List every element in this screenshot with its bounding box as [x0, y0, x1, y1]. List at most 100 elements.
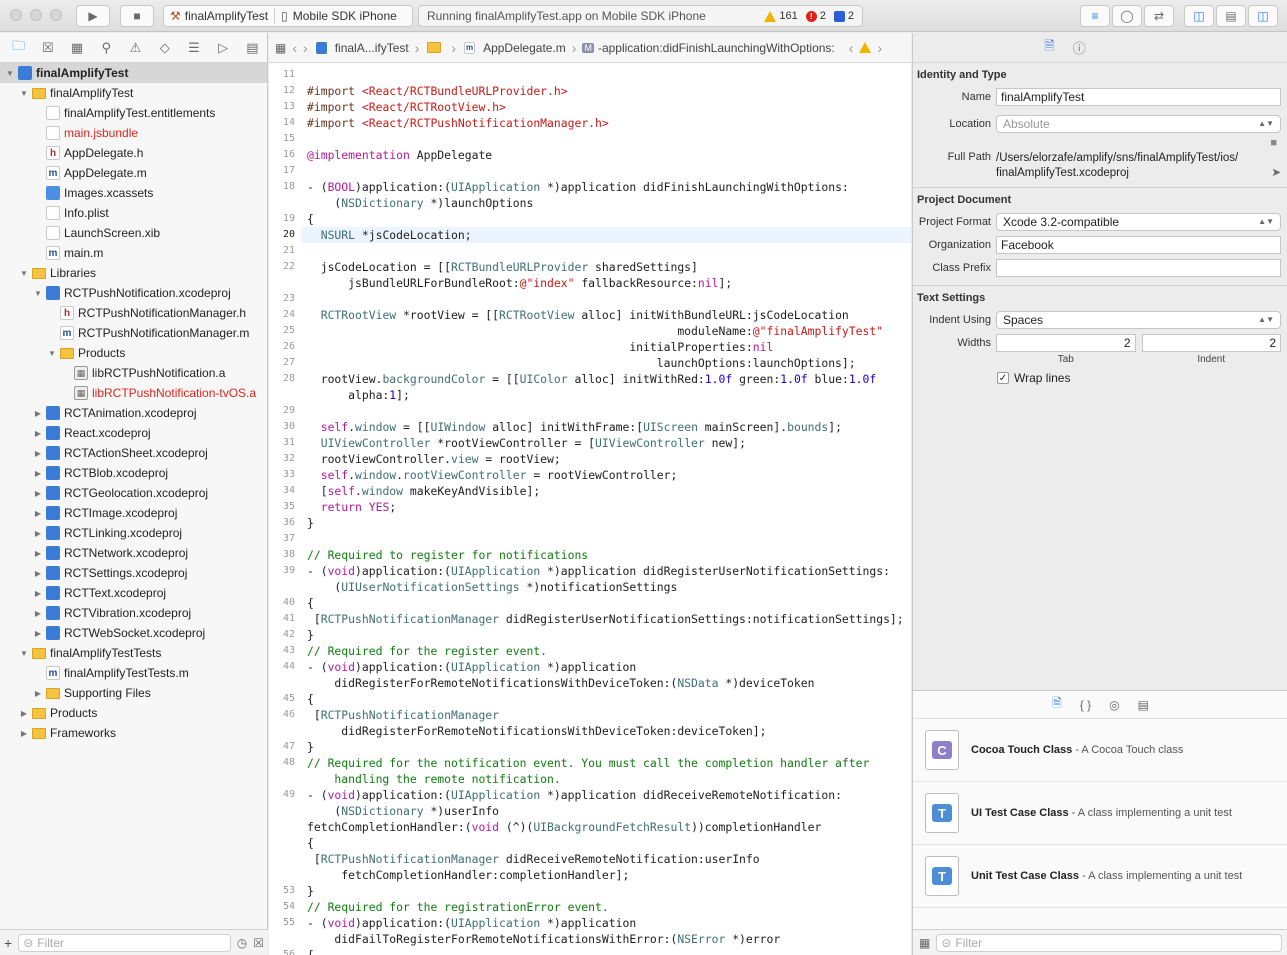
- navigator-item[interactable]: ▶ Supporting Files: [0, 683, 267, 703]
- disclosure-open-icon[interactable]: ▼: [46, 349, 58, 358]
- navigator-item[interactable]: main.jsbundle: [0, 123, 267, 143]
- version-editor-button[interactable]: ⇄: [1144, 5, 1174, 27]
- library-filter-input[interactable]: ⊝ Filter: [936, 933, 1282, 952]
- code-line[interactable]: didFailToRegisterForRemoteNotificationsW…: [307, 931, 780, 947]
- disclosure-closed-icon[interactable]: ▶: [32, 509, 44, 518]
- navigator-item[interactable]: ▼ Libraries: [0, 263, 267, 283]
- quick-help-icon[interactable]: ⓘ: [1073, 38, 1086, 57]
- code-line[interactable]: #import <React/RCTPushNotificationManage…: [307, 115, 609, 131]
- code-line[interactable]: return YES;: [307, 499, 396, 515]
- project-format-popup[interactable]: Xcode 3.2-compatible ▲▼: [996, 212, 1281, 231]
- report-icon[interactable]: ▤: [238, 40, 267, 56]
- code-line[interactable]: initialProperties:nil: [307, 339, 773, 355]
- previous-issue-button[interactable]: ‹: [849, 40, 854, 56]
- name-field[interactable]: finalAmplifyTest: [996, 87, 1281, 106]
- wrap-lines-checkbox[interactable]: ✓ Wrap lines: [917, 371, 1281, 385]
- code-line[interactable]: // Required to register for notification…: [307, 547, 588, 563]
- search-icon[interactable]: ⚲: [92, 40, 121, 56]
- source-control-icon[interactable]: ☒: [33, 40, 62, 56]
- errors-count[interactable]: ! 2: [805, 10, 826, 22]
- code-snippet-icon[interactable]: { }: [1080, 698, 1091, 712]
- code-line[interactable]: [RCTPushNotificationManager didRegisterU…: [307, 611, 904, 627]
- code-line[interactable]: self.window.rootViewController = rootVie…: [307, 467, 678, 483]
- code-line[interactable]: didRegisterForRemoteNotificationsWithDev…: [307, 675, 814, 691]
- scheme-target[interactable]: ⚒ finalAmplifyTest: [164, 6, 274, 26]
- disclosure-closed-icon[interactable]: ▶: [32, 549, 44, 558]
- navigator-item[interactable]: Images.xcassets: [0, 183, 267, 203]
- navigator-item[interactable]: ▶ RCTText.xcodeproj: [0, 583, 267, 603]
- breakpoint-icon[interactable]: ▷: [209, 40, 238, 56]
- indent-using-popup[interactable]: Spaces ▲▼: [996, 310, 1281, 329]
- navigator-item[interactable]: ▦ libRCTPushNotification.a: [0, 363, 267, 383]
- navigator-item[interactable]: m RCTPushNotificationManager.m: [0, 323, 267, 343]
- next-issue-button[interactable]: ›: [877, 40, 882, 56]
- code-line[interactable]: UIViewController *rootViewController = […: [307, 435, 746, 451]
- library-item[interactable]: C Cocoa Touch Class - A Cocoa Touch class: [913, 719, 1287, 782]
- navigator-item[interactable]: ▶ RCTActionSheet.xcodeproj: [0, 443, 267, 463]
- jump-crumb-project[interactable]: finalA...ifyTest: [314, 41, 409, 55]
- disclosure-closed-icon[interactable]: ▶: [32, 629, 44, 638]
- organization-field[interactable]: Facebook: [996, 235, 1281, 254]
- assistant-editor-button[interactable]: ◯: [1112, 5, 1142, 27]
- disclosure-closed-icon[interactable]: ▶: [32, 429, 44, 438]
- file-template-icon[interactable]: 🗎: [1052, 694, 1062, 715]
- code-line[interactable]: RCTRootView *rootView = [[RCTRootView al…: [307, 307, 849, 323]
- disclosure-closed-icon[interactable]: ▶: [32, 589, 44, 598]
- disclosure-closed-icon[interactable]: ▶: [32, 529, 44, 538]
- code-line[interactable]: // Required for the notification event. …: [307, 755, 869, 771]
- code-line[interactable]: }: [307, 739, 314, 755]
- code-line[interactable]: moduleName:@"finalAmplifyTest": [307, 323, 883, 339]
- code-line[interactable]: launchOptions:launchOptions];: [307, 355, 856, 371]
- disclosure-closed-icon[interactable]: ▶: [32, 449, 44, 458]
- scheme-selector[interactable]: ⚒ finalAmplifyTest ▯ Mobile SDK iPhone: [163, 5, 413, 27]
- code-line[interactable]: [self.window makeKeyAndVisible];: [307, 483, 540, 499]
- code-line[interactable]: {: [307, 691, 314, 707]
- code-line[interactable]: {: [307, 211, 314, 227]
- disclosure-closed-icon[interactable]: ▶: [32, 609, 44, 618]
- stop-button[interactable]: ■: [120, 5, 154, 27]
- toggle-debug-area-button[interactable]: ▤: [1216, 5, 1246, 27]
- code-line[interactable]: [RCTPushNotificationManager didReceiveRe…: [307, 851, 760, 867]
- code-line[interactable]: {: [307, 595, 314, 611]
- warnings-count[interactable]: 161: [764, 10, 798, 22]
- close-window-button[interactable]: [10, 9, 22, 21]
- code-line[interactable]: - (void)application:(UIApplication *)app…: [307, 787, 842, 803]
- code-line[interactable]: rootViewController.view = rootView;: [307, 451, 561, 467]
- navigator-item[interactable]: ▶ RCTSettings.xcodeproj: [0, 563, 267, 583]
- code-line[interactable]: rootView.backgroundColor = [[UIColor all…: [307, 371, 877, 387]
- navigator-item[interactable]: LaunchScreen.xib: [0, 223, 267, 243]
- disclosure-closed-icon[interactable]: ▶: [32, 689, 44, 698]
- scheme-device[interactable]: ▯ Mobile SDK iPhone: [275, 6, 403, 26]
- reveal-folder-icon[interactable]: ■: [1270, 137, 1277, 149]
- disclosure-closed-icon[interactable]: ▶: [32, 409, 44, 418]
- navigator-filter-input[interactable]: ⊝ Filter: [18, 933, 231, 952]
- recent-files-icon[interactable]: ◷: [237, 936, 247, 950]
- code-line[interactable]: jsBundleURLForBundleRoot:@"index" fallba…: [307, 275, 732, 291]
- code-line[interactable]: fetchCompletionHandler:completionHandler…: [307, 867, 629, 883]
- code-line[interactable]: jsCodeLocation = [[RCTBundleURLProvider …: [307, 259, 698, 275]
- library-item[interactable]: T UI Test Case Class - A class implementi…: [913, 782, 1287, 845]
- jump-crumb-folder[interactable]: [425, 42, 445, 53]
- related-items-icon[interactable]: ▦: [275, 41, 286, 55]
- navigator-item[interactable]: ▼ finalAmplifyTestTests: [0, 643, 267, 663]
- disclosure-open-icon[interactable]: ▼: [4, 69, 16, 78]
- navigator-item[interactable]: Info.plist: [0, 203, 267, 223]
- reveal-arrow-icon[interactable]: ➤: [1271, 166, 1281, 181]
- navigator-item[interactable]: ▦ libRCTPushNotification-tvOS.a: [0, 383, 267, 403]
- navigator-item[interactable]: m finalAmplifyTestTests.m: [0, 663, 267, 683]
- navigator-item[interactable]: ▶ Frameworks: [0, 723, 267, 743]
- activity-viewer[interactable]: Running finalAmplifyTest.app on Mobile S…: [418, 5, 863, 27]
- code-line[interactable]: #import <React/RCTRootView.h>: [307, 99, 506, 115]
- jump-crumb-method[interactable]: M -application:didFinishLaunchingWithOpt…: [582, 41, 835, 55]
- minimize-window-button[interactable]: [30, 9, 42, 21]
- disclosure-closed-icon[interactable]: ▶: [18, 709, 30, 718]
- disclosure-closed-icon[interactable]: ▶: [32, 469, 44, 478]
- disclosure-open-icon[interactable]: ▼: [18, 89, 30, 98]
- code-line[interactable]: - (void)application:(UIApplication *)app…: [307, 659, 636, 675]
- back-button[interactable]: ‹: [292, 40, 297, 56]
- navigator-item[interactable]: ▶ RCTAnimation.xcodeproj: [0, 403, 267, 423]
- disclosure-closed-icon[interactable]: ▶: [18, 729, 30, 738]
- library-item[interactable]: T Unit Test Case Class - A class implemen…: [913, 845, 1287, 908]
- code-line[interactable]: (NSDictionary *)userInfo: [307, 803, 499, 819]
- symbol-icon[interactable]: ▦: [62, 40, 91, 56]
